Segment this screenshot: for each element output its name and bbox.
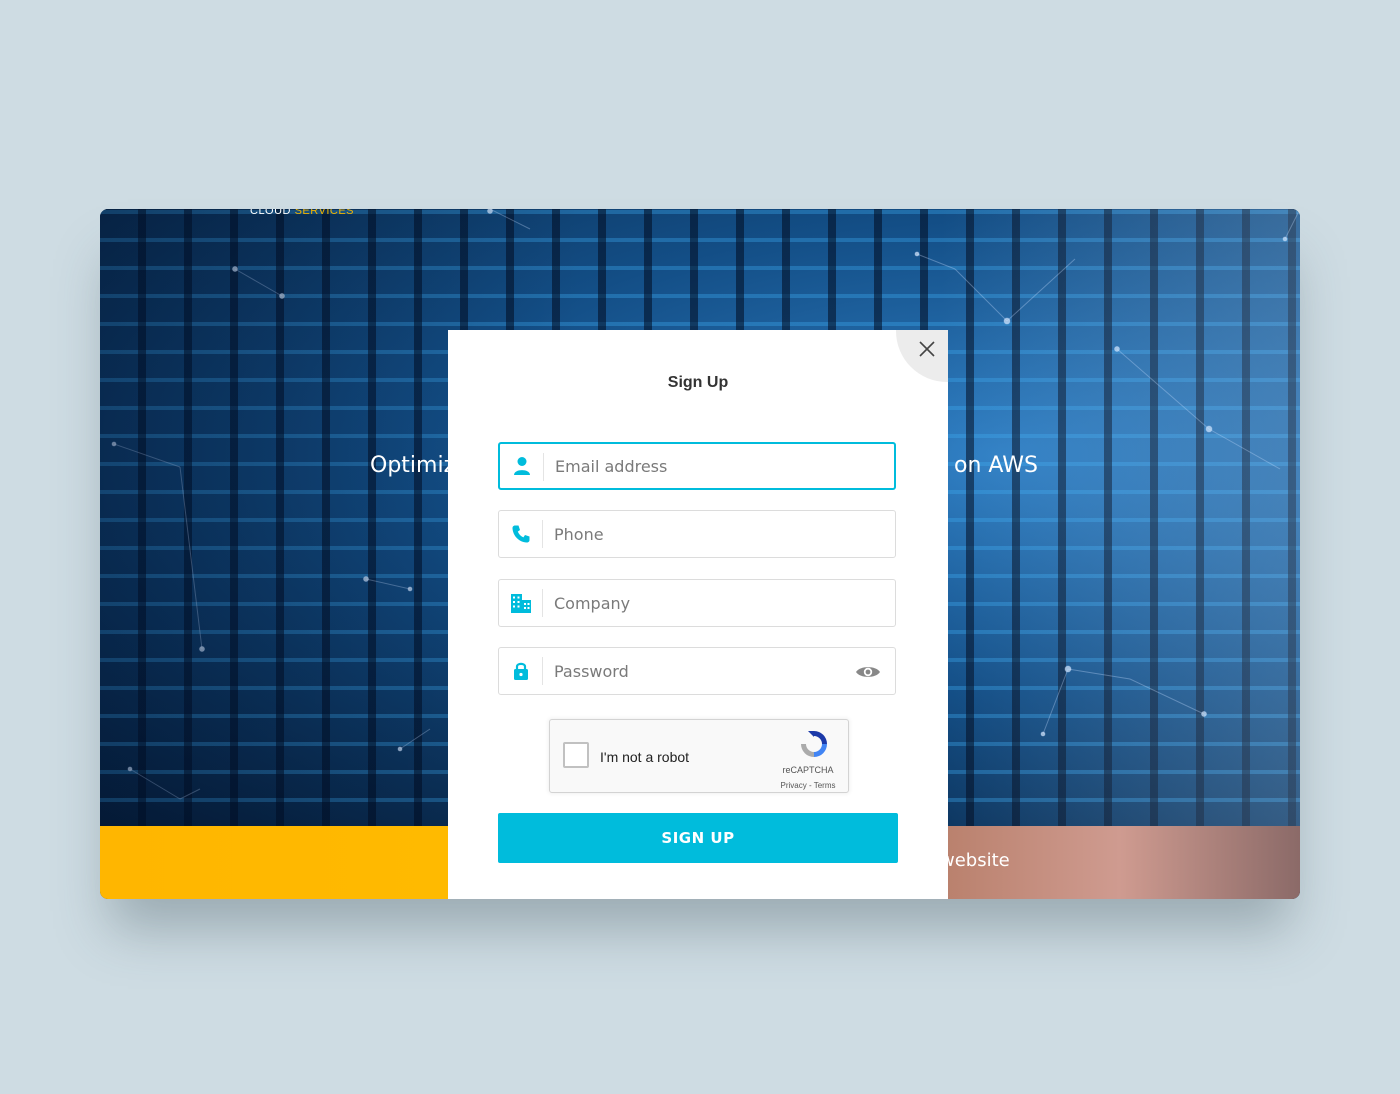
field-separator [543,453,544,481]
hero-headline-left: Optimiz [370,453,456,478]
recaptcha-checkbox[interactable] [563,742,589,768]
phone-field [498,510,896,558]
recaptcha-links[interactable]: Privacy - Terms [776,781,840,790]
show-password-toggle[interactable] [855,664,881,685]
recaptcha-label: I'm not a robot [600,749,690,765]
company-input[interactable] [554,580,854,626]
phone-icon [499,511,543,557]
recaptcha-widget: I'm not a robot reCAPTCHA Privacy - Term… [549,719,849,793]
email-field [498,442,896,490]
password-input[interactable] [554,648,854,694]
brand-accent-text: SERVICES [294,209,354,217]
user-icon [500,444,544,488]
password-field [498,647,896,695]
building-icon [499,580,543,626]
brand-text: CLOUD [250,209,295,217]
field-separator [542,589,543,617]
company-field [498,579,896,627]
recaptcha-brand: reCAPTCHA [782,765,834,775]
signup-modal: Sign Up Email address Phone Company I'm … [448,330,948,899]
brand-logo: CLOUD SERVICES [250,209,354,217]
email-input[interactable] [555,444,855,488]
close-icon [919,341,935,357]
recaptcha-icon [801,731,827,757]
band-text: website [940,850,1010,871]
field-separator [542,520,543,548]
hero-headline-right: on AWS [954,453,1038,478]
sign-up-button[interactable]: SIGN UP [498,813,898,863]
field-separator [542,657,543,685]
eye-icon [856,667,880,677]
lock-icon [499,648,543,694]
modal-title: Sign Up [667,374,729,391]
phone-input[interactable] [554,511,854,557]
